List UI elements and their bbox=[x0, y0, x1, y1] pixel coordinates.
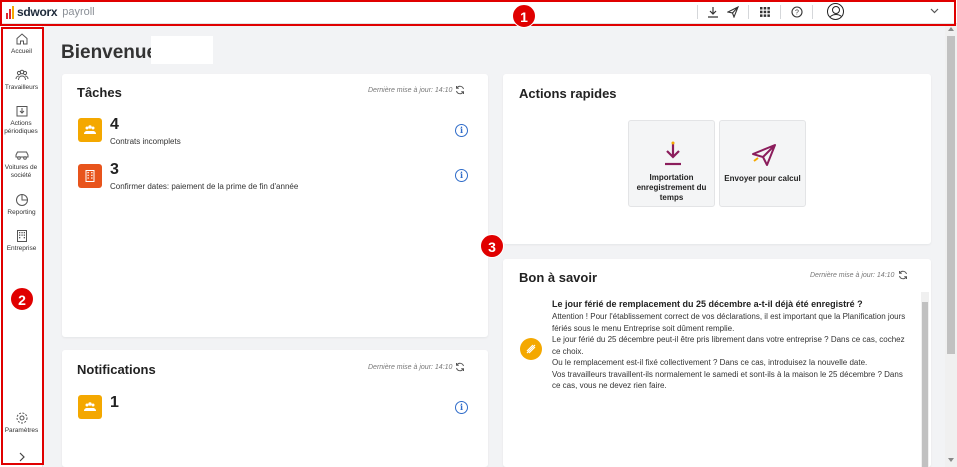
lightbulb-icon bbox=[520, 338, 542, 360]
topbar-divider bbox=[748, 5, 749, 19]
tasks-updated: Dernière mise à jour: 14:10 bbox=[368, 87, 453, 94]
home-icon bbox=[16, 33, 27, 45]
sidebar-item-label: Actions périodiques bbox=[4, 120, 38, 135]
user-name-redacted bbox=[151, 36, 213, 64]
brand-name: sdworx bbox=[17, 5, 58, 19]
good-to-know-updated: Dernière mise à jour: 14:10 bbox=[810, 272, 895, 279]
info-icon[interactable]: i bbox=[455, 169, 468, 182]
refresh-icon[interactable] bbox=[898, 270, 908, 280]
chevron-right-icon[interactable] bbox=[0, 449, 43, 467]
scroll-up-icon[interactable] bbox=[948, 27, 954, 31]
periodic-actions-icon bbox=[16, 106, 27, 117]
download-icon[interactable] bbox=[705, 4, 721, 20]
workers-icon bbox=[15, 69, 28, 81]
quick-actions-title: Actions rapides bbox=[519, 86, 617, 101]
building-icon bbox=[78, 164, 102, 188]
sidebar-item-label: Voitures de société bbox=[4, 164, 38, 179]
tasks-title: Tâches bbox=[77, 85, 122, 100]
notifications-title: Notifications bbox=[77, 362, 156, 377]
scrollbar-thumb[interactable] bbox=[947, 36, 955, 354]
annotation-marker-1: 1 bbox=[512, 4, 536, 28]
product-name: payroll bbox=[62, 6, 95, 18]
sidebar: Accueil Travailleurs Actions périodiques… bbox=[0, 24, 43, 467]
sidebar-item-parametres[interactable]: Paramètres bbox=[0, 411, 43, 435]
user-avatar-icon[interactable] bbox=[827, 3, 844, 20]
chevron-down-icon[interactable] bbox=[930, 6, 939, 17]
article-line: ce cas, vous ne devez rien faire. bbox=[552, 381, 667, 390]
annotation-marker-3: 3 bbox=[480, 234, 504, 258]
building-icon bbox=[16, 230, 27, 242]
article-line: Vos travailleurs travaillent-ils normale… bbox=[552, 369, 903, 379]
topbar-divider bbox=[780, 5, 781, 19]
workers-icon bbox=[78, 395, 102, 419]
page-scrollbar[interactable] bbox=[945, 24, 957, 467]
article-body: Attention ! Pour l'établissement correct… bbox=[552, 311, 907, 392]
task-count: 3 bbox=[110, 161, 119, 178]
sidebar-item-label: Entreprise bbox=[6, 245, 37, 252]
article-line: Attention ! Pour l'établissement correct… bbox=[552, 312, 906, 321]
car-icon bbox=[15, 151, 28, 160]
task-label[interactable]: Confirmer dates: paiement de la prime de… bbox=[110, 182, 298, 191]
notifications-updated: Dernière mise à jour: 14:10 bbox=[368, 364, 453, 371]
article-scrollbar[interactable] bbox=[921, 292, 929, 467]
workers-icon bbox=[78, 118, 102, 142]
refresh-icon[interactable] bbox=[455, 85, 465, 95]
pie-chart-icon bbox=[15, 194, 28, 206]
notifications-card: Notifications Dernière mise à jour: 14:1… bbox=[62, 350, 488, 467]
sidebar-item-reporting[interactable]: Reporting bbox=[0, 193, 43, 217]
tile-label: Importation enregistrement du temps bbox=[636, 173, 707, 202]
task-label[interactable]: Contrats incomplets bbox=[110, 137, 181, 146]
tile-label: Envoyer pour calcul bbox=[724, 174, 801, 183]
download-icon bbox=[665, 141, 681, 166]
info-icon[interactable]: i bbox=[455, 124, 468, 137]
refresh-icon[interactable] bbox=[455, 362, 465, 372]
info-icon[interactable]: i bbox=[455, 401, 468, 414]
import-time-registration-tile[interactable]: Importation enregistrement du temps bbox=[628, 120, 715, 207]
apps-grid-icon[interactable] bbox=[757, 4, 773, 20]
article-line: fériés sous le menu Entreprise soit dûme… bbox=[552, 323, 735, 333]
sidebar-item-actions-periodiques[interactable]: Actions périodiques bbox=[0, 104, 43, 136]
send-icon bbox=[752, 144, 776, 166]
topbar-divider bbox=[812, 5, 813, 19]
sidebar-item-label: Paramètres bbox=[4, 427, 39, 434]
annotation-marker-2: 2 bbox=[10, 287, 34, 311]
task-count: 4 bbox=[110, 116, 119, 133]
good-to-know-title: Bon à savoir bbox=[519, 270, 598, 285]
notification-count: 1 bbox=[110, 394, 119, 411]
top-bar: sdworx payroll ? bbox=[0, 0, 957, 24]
article-line: Le jour férié du 25 décembre peut-il êtr… bbox=[552, 335, 905, 344]
send-for-calculation-tile[interactable]: Envoyer pour calcul bbox=[719, 120, 806, 207]
sidebar-item-entreprise[interactable]: Entreprise bbox=[0, 229, 43, 253]
sidebar-item-label: Reporting bbox=[7, 209, 36, 216]
send-icon[interactable] bbox=[725, 4, 741, 20]
logo-mark-icon bbox=[6, 5, 14, 19]
quick-actions-card: Actions rapides bbox=[503, 74, 931, 244]
help-icon[interactable]: ? bbox=[789, 4, 805, 20]
sidebar-item-accueil[interactable]: Accueil bbox=[0, 32, 43, 56]
scroll-down-icon[interactable] bbox=[948, 458, 954, 462]
svg-text:?: ? bbox=[795, 10, 799, 17]
page-title: Bienvenue bbox=[61, 42, 158, 63]
sidebar-item-travailleurs[interactable]: Travailleurs bbox=[0, 68, 43, 92]
tasks-card: Tâches Dernière mise à jour: 14:10 4 Con… bbox=[62, 74, 488, 337]
topbar-divider bbox=[697, 5, 698, 19]
article-line: ce choix. bbox=[552, 346, 584, 356]
gear-icon bbox=[16, 412, 27, 424]
scrollbar-thumb[interactable] bbox=[922, 302, 928, 467]
article-line: Ou le remplacement est-il fixé collectiv… bbox=[552, 358, 868, 367]
sidebar-item-voitures[interactable]: Voitures de société bbox=[0, 148, 43, 180]
article-title[interactable]: Le jour férié de remplacement du 25 déce… bbox=[552, 299, 863, 309]
sdworx-logo[interactable]: sdworx payroll bbox=[6, 4, 95, 20]
sidebar-item-label: Accueil bbox=[11, 48, 32, 55]
sidebar-item-label: Travailleurs bbox=[4, 84, 39, 91]
